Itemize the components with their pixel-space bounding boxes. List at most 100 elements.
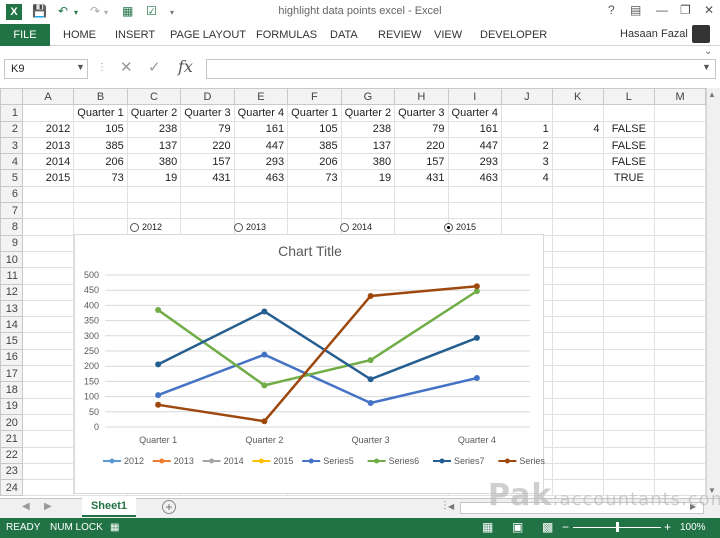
- tab-home[interactable]: HOME: [63, 24, 96, 46]
- cell-d6[interactable]: [180, 185, 235, 204]
- data-point[interactable]: [261, 351, 268, 358]
- cell-k22[interactable]: [551, 446, 604, 464]
- restore-button[interactable]: ❐: [680, 3, 691, 17]
- row-header[interactable]: 9: [0, 234, 23, 252]
- cell-a21[interactable]: [21, 430, 75, 448]
- legend-entry[interactable]: Series5: [323, 456, 354, 466]
- cell-c2[interactable]: 238: [126, 120, 182, 138]
- cell-l1[interactable]: [602, 104, 656, 122]
- cell-i5[interactable]: 463: [447, 169, 503, 187]
- row-header[interactable]: 19: [0, 397, 23, 415]
- cell-b4[interactable]: 206: [73, 153, 128, 171]
- cell-a22[interactable]: [21, 446, 75, 464]
- tab-view[interactable]: VIEW: [434, 24, 462, 46]
- data-point[interactable]: [261, 418, 268, 425]
- cell-j7[interactable]: [501, 202, 553, 220]
- cell-c4[interactable]: 380: [126, 153, 182, 171]
- cell-k17[interactable]: [551, 365, 604, 383]
- row-header[interactable]: 20: [0, 413, 23, 432]
- cell-b5[interactable]: 73: [73, 169, 128, 187]
- cell-l10[interactable]: [602, 250, 656, 269]
- cell-c6[interactable]: [126, 185, 182, 204]
- cell-e1[interactable]: Quarter 4: [233, 104, 289, 122]
- data-point[interactable]: [367, 376, 374, 383]
- cell-a3[interactable]: 2013: [21, 136, 75, 155]
- column-header-f[interactable]: F: [287, 88, 342, 106]
- cell-e7[interactable]: [233, 202, 289, 220]
- cell-a23[interactable]: [21, 462, 75, 481]
- cell-m6[interactable]: [654, 185, 706, 204]
- data-point[interactable]: [473, 283, 480, 290]
- row-header[interactable]: 21: [0, 430, 23, 448]
- cell-l2[interactable]: FALSE: [602, 120, 656, 138]
- cell-l11[interactable]: [602, 267, 656, 285]
- cell-m17[interactable]: [654, 365, 706, 383]
- cell-g5[interactable]: 19: [340, 169, 396, 187]
- help-button[interactable]: ?: [608, 3, 615, 17]
- cell-k18[interactable]: [551, 381, 604, 399]
- row-header[interactable]: 4: [0, 153, 23, 171]
- cell-m21[interactable]: [654, 430, 706, 448]
- cell-d1[interactable]: Quarter 3: [180, 104, 235, 122]
- row-header[interactable]: 11: [0, 267, 23, 285]
- cell-b3[interactable]: 385: [73, 136, 128, 155]
- cell-l4[interactable]: FALSE: [602, 153, 656, 171]
- row-header[interactable]: 16: [0, 348, 23, 367]
- cell-e5[interactable]: 463: [233, 169, 289, 187]
- cell-k21[interactable]: [551, 430, 604, 448]
- data-point[interactable]: [473, 375, 480, 382]
- cell-f5[interactable]: 73: [287, 169, 342, 187]
- cell-a6[interactable]: [21, 185, 75, 204]
- tab-file[interactable]: FILE: [0, 24, 50, 46]
- legend-entry[interactable]: 2014: [224, 456, 244, 466]
- cell-d5[interactable]: 431: [180, 169, 235, 187]
- cell-a16[interactable]: [21, 348, 75, 367]
- prev-sheet-icon[interactable]: ◀: [22, 501, 30, 512]
- cell-h2[interactable]: 79: [394, 120, 449, 138]
- cell-c3[interactable]: 137: [126, 136, 182, 155]
- option-button-2015[interactable]: 2015: [444, 220, 476, 234]
- cell-f4[interactable]: 206: [287, 153, 342, 171]
- cell-f6[interactable]: [287, 185, 342, 204]
- cell-a14[interactable]: [21, 316, 75, 334]
- cell-c5[interactable]: 19: [126, 169, 182, 187]
- row-header[interactable]: 1: [0, 104, 23, 122]
- row-header[interactable]: 2: [0, 120, 23, 138]
- column-header-m[interactable]: M: [654, 88, 706, 106]
- cell-l20[interactable]: [602, 413, 656, 432]
- close-button[interactable]: ✕: [704, 3, 714, 17]
- column-header-l[interactable]: L: [602, 88, 656, 106]
- column-header-e[interactable]: E: [233, 88, 289, 106]
- scroll-left-icon[interactable]: ◀: [448, 502, 454, 511]
- column-header-i[interactable]: I: [447, 88, 503, 106]
- cell-f8[interactable]: [287, 218, 342, 236]
- cell-m11[interactable]: [654, 267, 706, 285]
- cell-a17[interactable]: [21, 365, 75, 383]
- cell-a12[interactable]: [21, 283, 75, 301]
- row-header[interactable]: 22: [0, 446, 23, 464]
- row-header[interactable]: 13: [0, 299, 23, 318]
- cell-k20[interactable]: [551, 413, 604, 432]
- select-all-corner[interactable]: [0, 88, 23, 106]
- cell-l3[interactable]: FALSE: [602, 136, 656, 155]
- cell-k4[interactable]: [551, 153, 604, 171]
- cell-m1[interactable]: [654, 104, 706, 122]
- cell-a1[interactable]: [21, 104, 75, 122]
- cell-h8[interactable]: [394, 218, 449, 236]
- cell-a11[interactable]: [21, 267, 75, 285]
- page-layout-view-icon[interactable]: ▣: [512, 520, 523, 534]
- cell-m20[interactable]: [654, 413, 706, 432]
- cell-k16[interactable]: [551, 348, 604, 367]
- minimize-button[interactable]: —: [656, 3, 668, 17]
- cell-l14[interactable]: [602, 316, 656, 334]
- cell-e4[interactable]: 293: [233, 153, 289, 171]
- row-header[interactable]: 6: [0, 185, 23, 204]
- tab-formulas[interactable]: FORMULAS: [256, 24, 317, 46]
- formula-expand-icon[interactable]: ▼: [702, 62, 711, 72]
- legend-entry[interactable]: 2013: [174, 456, 194, 466]
- cell-m12[interactable]: [654, 283, 706, 301]
- data-point[interactable]: [155, 306, 162, 313]
- zoom-level[interactable]: 100%: [680, 522, 706, 533]
- cell-a18[interactable]: [21, 381, 75, 399]
- cell-j4[interactable]: 3: [501, 153, 553, 171]
